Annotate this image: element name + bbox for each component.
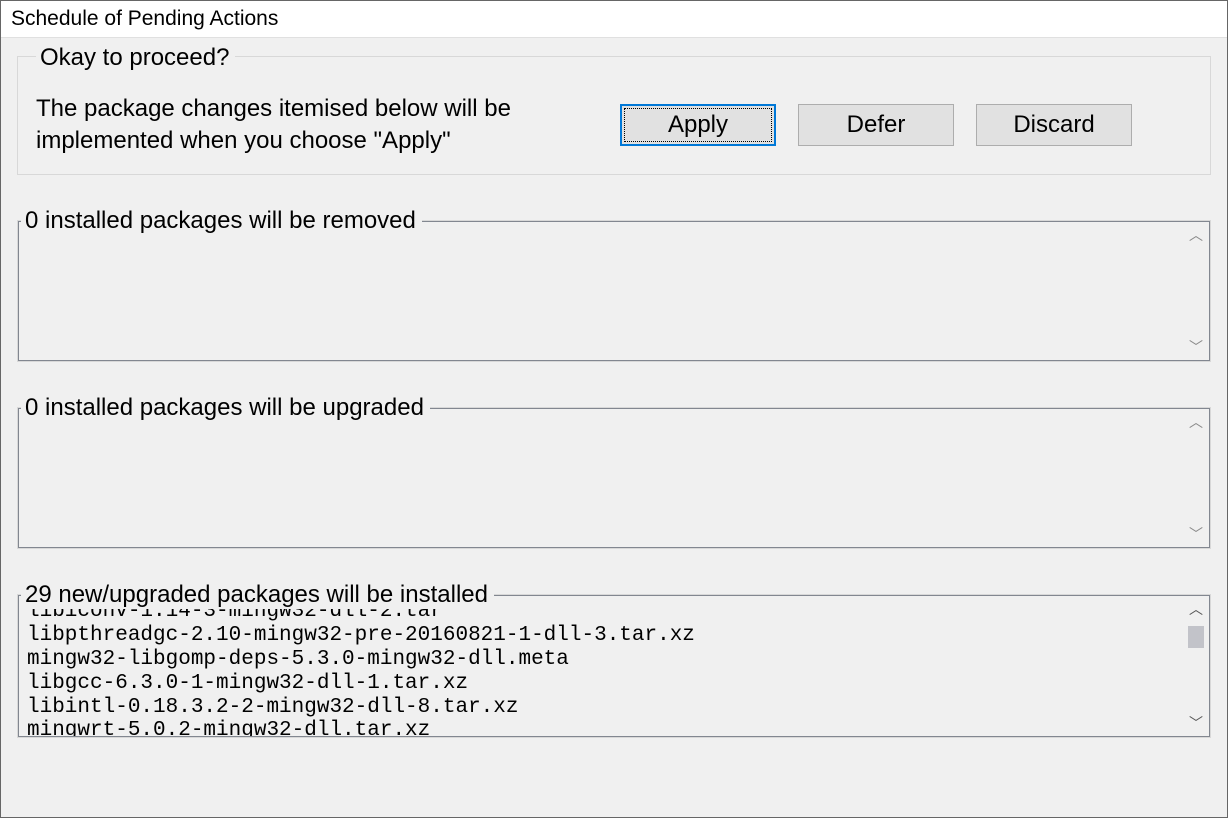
- window-title: Schedule of Pending Actions: [1, 1, 1227, 38]
- apply-button[interactable]: Apply: [620, 104, 776, 146]
- scroll-down-icon[interactable]: ﹀: [1189, 716, 1203, 730]
- scroll-thumb[interactable]: [1188, 626, 1204, 648]
- defer-button-label: Defer: [847, 111, 906, 138]
- upgrade-scrollbar[interactable]: ︿ ﹀: [1183, 409, 1209, 547]
- upgrade-section: 0 installed packages will be upgraded ︿ …: [17, 380, 1211, 549]
- scroll-down-icon[interactable]: ﹀: [1189, 527, 1203, 541]
- dialog-content: Okay to proceed? The package changes ite…: [1, 38, 1227, 766]
- upgrade-legend: 0 installed packages will be upgraded: [21, 394, 430, 422]
- scroll-up-icon[interactable]: ︿: [1189, 602, 1203, 616]
- remove-legend: 0 installed packages will be removed: [21, 207, 422, 235]
- install-section: 29 new/upgraded packages will be install…: [17, 567, 1211, 738]
- proceed-row: The package changes itemised below will …: [36, 93, 1192, 158]
- remove-section: 0 installed packages will be removed ︿ ﹀: [17, 193, 1211, 362]
- upgrade-listbox[interactable]: ︿ ﹀: [18, 408, 1210, 548]
- install-listbox[interactable]: libiconv-1.14-3-mingw32-dll-2.tar libpth…: [18, 595, 1210, 737]
- scroll-down-icon[interactable]: ﹀: [1189, 340, 1203, 354]
- install-legend: 29 new/upgraded packages will be install…: [21, 581, 494, 609]
- remove-list-content: [19, 222, 1183, 360]
- remove-scrollbar[interactable]: ︿ ﹀: [1183, 222, 1209, 360]
- install-list-content: libiconv-1.14-3-mingw32-dll-2.tar libpth…: [19, 596, 1183, 736]
- proceed-description: The package changes itemised below will …: [36, 93, 596, 158]
- scroll-up-icon[interactable]: ︿: [1189, 415, 1203, 429]
- remove-listbox[interactable]: ︿ ﹀: [18, 221, 1210, 361]
- apply-button-label: Apply: [668, 111, 728, 138]
- proceed-legend: Okay to proceed?: [36, 44, 235, 72]
- button-row: Apply Defer Discard: [620, 104, 1132, 146]
- upgrade-list-content: [19, 409, 1183, 547]
- discard-button[interactable]: Discard: [976, 104, 1132, 146]
- discard-button-label: Discard: [1013, 111, 1094, 138]
- proceed-group: Okay to proceed? The package changes ite…: [17, 56, 1211, 175]
- scroll-up-icon[interactable]: ︿: [1189, 228, 1203, 242]
- defer-button[interactable]: Defer: [798, 104, 954, 146]
- install-scrollbar[interactable]: ︿ ﹀: [1183, 596, 1209, 736]
